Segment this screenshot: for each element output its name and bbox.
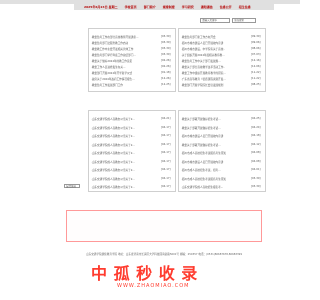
news-item-date: [08-06] <box>251 47 261 50</box>
nav-item-admissions[interactable]: 招生信息 <box>239 5 251 9</box>
news-item-date: [12-06] <box>251 65 261 68</box>
news-item-link[interactable]: ·教委关于做好2024年的教工作意见 <box>91 59 159 63</box>
news-item-link[interactable]: ·关于组织开展2024年度相关教育教... <box>181 53 249 57</box>
news-item-link[interactable]: ·教委监考部门新工作方向开会 <box>181 35 249 39</box>
news-item-link[interactable]: ·广东省高等教育《优质课程资源开发... <box>181 77 249 81</box>
news-item-link[interactable]: ·山东交通学院成人高教办公室关于2... <box>91 143 159 147</box>
news-item-date: [03-30] <box>161 47 171 50</box>
nav-item-notices[interactable]: 通知通告 <box>201 5 213 9</box>
nav-item-home[interactable]: 学校首页 <box>125 5 137 9</box>
news-item-date: [09-30] <box>251 35 261 38</box>
news-item-date: [12-26] <box>161 77 171 80</box>
news-item-date: [03-30] <box>161 53 171 56</box>
news-item-date: [03-30] <box>161 41 171 44</box>
news-item-link[interactable]: ·郑州市城市建设，中学院有关于高校.. <box>181 47 249 51</box>
news-item-link[interactable]: ·山东交通学院成人高教办公室关于2... <box>91 185 159 189</box>
news-item-link[interactable]: ·山东交通学院成人高教办公室关于2... <box>91 134 159 138</box>
news-item-link[interactable]: ·教委关于部署开展做好招生考试... <box>181 117 249 121</box>
news-item-link[interactable]: ·郑州市城市建设人员已开展校内宣讲 <box>181 41 249 45</box>
news-item-link[interactable]: ·教委关于部署开展做好招生考试... <box>181 143 249 147</box>
news-item-date: [12-25] <box>161 83 171 86</box>
news-item-date: [04-08] <box>251 151 261 154</box>
news-item-date: [04-21] <box>161 117 171 120</box>
news-item-link[interactable]: ·山东交通学院成人高教办公室关于2... <box>91 168 159 172</box>
news-item-link[interactable]: ·山东交通学院成人高教办公室关于2... <box>91 177 159 181</box>
search-scope-select[interactable]: 全局搜索 <box>232 18 256 23</box>
news-item-date: [03-30] <box>251 176 261 180</box>
nav-item-rules[interactable]: 规章制度 <box>163 5 175 9</box>
news-item-link[interactable]: ·山东交通学院成人高教办公室关于2... <box>91 151 159 155</box>
news-item-link[interactable]: ·教委教工作中主要开发相关具体工作 <box>91 47 159 51</box>
search-input[interactable]: 请输入关键字 <box>200 18 230 23</box>
news-item-link[interactable]: ·教委工作人员进修发生在关... <box>91 65 159 69</box>
news-item-link[interactable]: ·教委部门开展2024年开学复学仪式 <box>91 71 159 75</box>
news-item-link[interactable]: ·教委工作中组织开展教育教学的研究... <box>181 71 249 75</box>
news-item-date: [11-22] <box>251 71 261 74</box>
news-item-date: [07-03] <box>251 53 261 56</box>
news-item-link[interactable]: ·山东交通学院成人高校招生报名考... <box>181 185 249 189</box>
news-item-link[interactable]: ·教委监考工作在部分高校教师开展讲座... <box>91 35 159 39</box>
news-item-link[interactable]: ·教委监考部门法服务教工作启动 <box>91 41 159 45</box>
news-item-link[interactable]: ·郑州市成人高校招生考试报名考生须知 <box>181 177 249 181</box>
watermark-url: WWW.ZHAOMIAO.COM <box>117 283 190 289</box>
news-item-date: [03-30] <box>251 185 261 188</box>
watermark-logo: 中 孤 秒 收 录 <box>91 264 198 283</box>
search-bar: 请输入关键字 全局搜索 <box>200 18 256 23</box>
news-item-date: [03-30] <box>161 35 171 38</box>
main-nav: 2025年6月24日 星期二 学校首页 部门简介 规章制度 学习研究 通知通告 … <box>74 4 274 10</box>
news-item-date: [02-26] <box>161 65 171 68</box>
news-item-link[interactable]: ·政府关于2024年政府工作情况报告... <box>91 77 159 81</box>
news-item-date: [04-17] <box>161 176 171 180</box>
news-item-link[interactable]: ·山东交通学院成人高教办公室关于2... <box>91 117 159 121</box>
nav-item-about[interactable]: 部门简介 <box>144 5 156 9</box>
news-item-link[interactable]: ·教委关于部署开展做好招生考试... <box>181 126 249 130</box>
news-item-link[interactable]: ·郑州市城市建设人员已开展校内宣讲 <box>181 160 249 164</box>
news-item-link[interactable]: ·教委监考部门举行年底工作总结部门... <box>91 53 159 57</box>
news-item-link[interactable]: ·山东交通学院成人高教办公室关于2... <box>91 160 159 164</box>
news-item-link[interactable]: ·教委监考工作发展部门工作 <box>91 83 159 87</box>
news-item-date: [08-25] <box>251 83 261 86</box>
news-item-date: [04-17] <box>161 125 171 129</box>
news-item-date: [04-17] <box>161 151 171 154</box>
news-item-date: [01-18] <box>161 71 171 74</box>
news-item-date: [04-01] <box>251 168 261 171</box>
news-item-date: [04-17] <box>161 159 171 163</box>
news-item-date: [04-18] <box>251 134 261 137</box>
news-panel-right-bottom: ·教委关于部署开展做好招生考试... [04-25] ·教委关于部署开展做好招生考试… <box>178 110 266 192</box>
news-item-link[interactable]: ·教委关于部分高校教学改革活动工作.. <box>181 65 249 69</box>
nav-item-disclosure[interactable]: 信息公开 <box>220 5 232 9</box>
news-item-date: [04-17] <box>161 134 171 137</box>
news-item-link[interactable]: ·山东交通学院成人高教办公室关于2... <box>91 126 159 130</box>
news-item-date: [09-06] <box>251 41 261 44</box>
bottom-banner-box <box>66 210 262 242</box>
nav-date: 2025年6月24日 星期二 <box>84 5 118 9</box>
news-item-date: [04-17] <box>161 142 171 146</box>
news-item-date: [04-17] <box>161 185 171 188</box>
news-item-link[interactable]: ·郑州市成人高校招生考试，招考... <box>181 168 249 172</box>
news-item-link[interactable]: ·教委部门开展学院院长会议发展规划 <box>181 83 249 87</box>
news-item-link[interactable]: ·郑州市成人高校招生考试报名考生须知 <box>181 151 249 155</box>
news-item-link[interactable]: ·教委监考工作中关于部门发展规... <box>181 59 249 63</box>
footer-address: 山东交通学院继续教育学院 地址：山东省济南市长清区大学科技园海棠路5001号 邮… <box>86 253 242 256</box>
news-item-date: [04-08] <box>251 159 261 163</box>
news-panel-left-bottom: ·山东交通学院成人高教办公室关于2... [04-21] ·山东交通学院成人高教办公… <box>88 110 176 192</box>
news-item-date: [11-22] <box>251 77 261 80</box>
news-item-date: [04-25] <box>251 117 261 120</box>
news-item-date: [04-12] <box>251 142 261 146</box>
nav-item-research[interactable]: 学习研究 <box>182 5 194 9</box>
news-item-link[interactable]: ·郑州市城市建设人员已开展校内宣讲 <box>181 134 249 138</box>
news-item-date: [04-24] <box>251 125 261 129</box>
news-item-date: [12-16] <box>251 59 261 62</box>
news-item-date: [02-26] <box>161 59 171 62</box>
news-panel-left-top: ·教委监考工作在部分高校教师开展讲座... [03-30] ·教委监考部门法服务教工… <box>88 28 176 92</box>
news-panel-right-top: ·教委监考部门新工作方向开会 [09-30] ·郑州市城市建设人员已开展校内宣讲 [0… <box>178 28 266 92</box>
news-item-date: [04-17] <box>161 168 171 171</box>
friend-links-select[interactable]: 友情链接 <box>64 184 80 188</box>
